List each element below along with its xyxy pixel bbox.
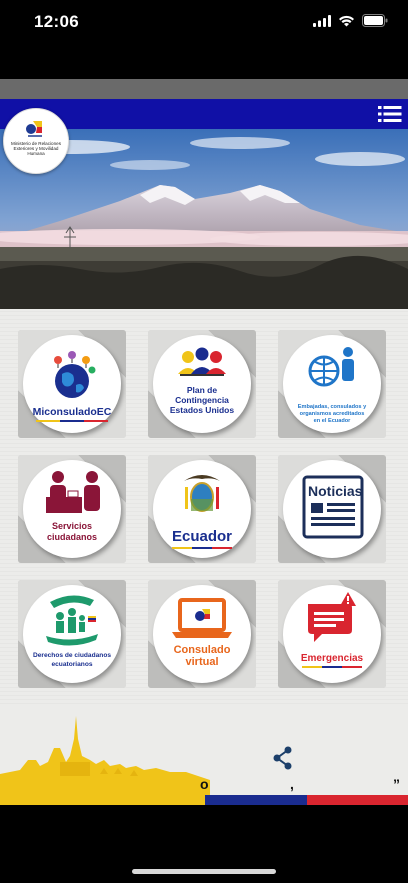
status-bar: 12:06	[0, 0, 408, 44]
label-line: Derechos de ciudadanos	[32, 652, 112, 659]
menu-icon[interactable]	[378, 104, 402, 124]
status-icons	[313, 14, 388, 27]
flag-stripe-blue	[205, 795, 307, 805]
tile-miconsulado[interactable]: MiconsuladoEC	[18, 330, 126, 438]
tile-label: Servicios ciudadanos	[24, 521, 120, 543]
label-line: Plan de	[186, 385, 218, 395]
tile-label: Embajadas, consulados y organismos acred…	[284, 404, 380, 425]
tile-noticias[interactable]: Noticias	[278, 455, 386, 563]
label-line: en el Ecuador	[313, 418, 351, 424]
label-line: Contingencia	[175, 395, 229, 405]
footer-mark-2: ,	[290, 776, 294, 792]
tile-label: Consulado virtual	[154, 644, 250, 668]
menu-grid: MiconsuladoEC Plan de Contingencia Estad…	[0, 309, 408, 704]
top-strip	[0, 79, 408, 99]
label-line: Embajadas, consulados y	[297, 404, 367, 410]
tile-underline	[36, 420, 108, 422]
flag-stripe-yellow	[0, 795, 205, 805]
tile-consulado-virtual[interactable]: Consulado virtual	[148, 580, 256, 688]
tile-label: Derechos de ciudadanos ecuatorianos	[24, 652, 120, 669]
tile-label: Noticias	[308, 483, 363, 499]
tile-label: Plan de Contingencia Estados Unidos	[154, 385, 250, 415]
ministry-logo-icon	[26, 121, 42, 137]
people-group-icon	[178, 347, 226, 376]
status-time: 12:06	[34, 12, 79, 31]
wifi-icon	[339, 15, 354, 26]
tile-ecuador[interactable]: Ecuador	[148, 455, 256, 563]
footer: o , ”	[0, 704, 408, 805]
label-line: virtual	[185, 656, 219, 668]
laptop-icon	[172, 598, 232, 638]
battery-icon	[362, 14, 388, 27]
label-line: ciudadanos	[46, 532, 97, 542]
tile-derechos-ciudadanos[interactable]: Derechos de ciudadanos ecuatorianos	[18, 580, 126, 688]
app-screen: Ministerio de Relaciones Exteriores y Mo…	[0, 79, 408, 805]
label-line: organismos acreditados	[299, 411, 365, 417]
footer-mark-1: o	[200, 776, 209, 792]
newspaper-icon	[302, 475, 364, 539]
label-line: Estados Unidos	[169, 405, 235, 415]
flag-stripe-red	[307, 795, 408, 805]
signal-icon	[313, 14, 331, 27]
label-line: Servicios	[51, 521, 93, 531]
service-desk-icon	[46, 471, 100, 513]
label-line: Consulado	[173, 644, 231, 656]
share-icon[interactable]	[273, 746, 293, 770]
label-line: ecuatorianos	[51, 660, 93, 668]
tile-emergencias[interactable]: Emergencias	[278, 580, 386, 688]
tile-underline	[172, 547, 232, 549]
family-hands-icon	[46, 595, 98, 646]
tile-embajadas[interactable]: Embajadas, consulados y organismos acred…	[278, 330, 386, 438]
ministry-logo-text: Ministerio de Relaciones Exteriores y Mo…	[10, 141, 62, 157]
tile-underline	[302, 666, 362, 668]
tile-plan-contingencia[interactable]: Plan de Contingencia Estados Unidos	[148, 330, 256, 438]
tile-servicios-ciudadanos[interactable]: Servicios ciudadanos	[18, 455, 126, 563]
home-indicator[interactable]	[132, 869, 276, 874]
footer-mark-3: ”	[393, 776, 400, 792]
ministry-logo[interactable]: Ministerio de Relaciones Exteriores y Mo…	[3, 108, 69, 174]
